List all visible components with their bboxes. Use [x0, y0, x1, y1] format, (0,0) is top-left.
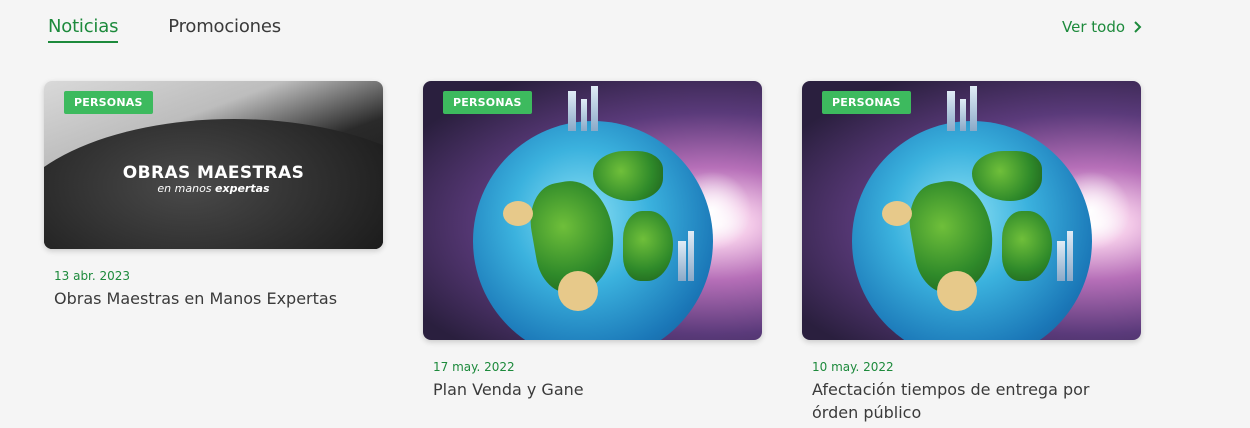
news-tabs: Noticias Promociones — [48, 16, 281, 43]
card-image[interactable]: PERSONAS — [802, 81, 1141, 340]
news-card[interactable]: PERSONAS 10 may. 2022 Afectación tiempos… — [802, 81, 1141, 424]
card-image[interactable]: PERSONAS OBRAS MAESTRAS en manos experta… — [44, 81, 383, 249]
image-sub-bold: expertas — [215, 182, 270, 195]
card-title[interactable]: Obras Maestras en Manos Expertas — [54, 287, 354, 310]
category-badge: PERSONAS — [443, 91, 532, 114]
tab-promociones[interactable]: Promociones — [168, 16, 281, 43]
news-card[interactable]: PERSONAS 17 may. 2022 Plan Venda y Gane — [423, 81, 762, 401]
category-badge: PERSONAS — [64, 91, 153, 114]
tab-noticias[interactable]: Noticias — [48, 16, 118, 43]
card-image[interactable]: PERSONAS — [423, 81, 762, 340]
ver-todo-link[interactable]: Ver todo — [1062, 18, 1143, 36]
card-title[interactable]: Afectación tiempos de entrega por órden … — [812, 378, 1112, 424]
image-subheadline: en manos expertas — [44, 182, 383, 195]
ver-todo-label: Ver todo — [1062, 18, 1126, 36]
chevron-right-icon — [1134, 21, 1142, 33]
card-date: 17 may. 2022 — [433, 360, 515, 374]
image-headline: OBRAS MAESTRAS — [122, 163, 305, 183]
card-date: 13 abr. 2023 — [54, 269, 131, 283]
card-date: 10 may. 2022 — [812, 360, 894, 374]
image-sub-prefix: en manos — [157, 182, 212, 195]
news-card[interactable]: PERSONAS OBRAS MAESTRAS en manos experta… — [44, 81, 383, 310]
globe-illustration — [852, 86, 1092, 340]
globe-illustration — [473, 86, 713, 340]
card-title[interactable]: Plan Venda y Gane — [433, 378, 733, 401]
category-badge: PERSONAS — [822, 91, 911, 114]
